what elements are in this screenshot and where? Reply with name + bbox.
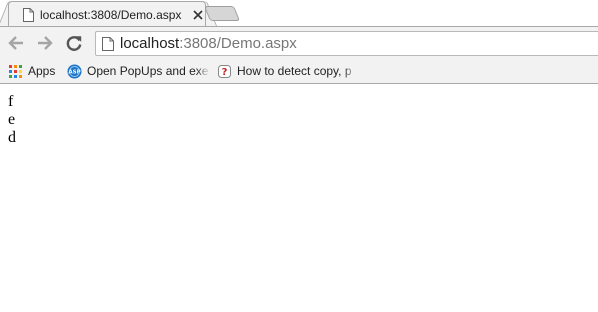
url-text[interactable]: localhost:3808/Demo.aspx <box>120 35 297 53</box>
browser-window: localhost:3808/Demo.aspx localhost:3808/… <box>0 0 598 312</box>
question-doc-icon: ? <box>218 65 231 78</box>
label-fade <box>196 63 210 79</box>
bookmark-open-popups[interactable]: ASP Open PopUps and exe <box>67 63 210 79</box>
bookmark-detect-copy[interactable]: ? How to detect copy, p <box>217 63 357 79</box>
tab-title: localhost:3808/Demo.aspx <box>40 8 182 22</box>
svg-text:ASP: ASP <box>68 70 80 76</box>
apps-grid-icon <box>9 65 22 78</box>
list-item: d <box>8 129 16 146</box>
page-icon <box>102 37 114 51</box>
toolbar: localhost:3808/Demo.aspx <box>0 26 598 59</box>
bookmarks-bar: Apps ASP Open PopUps and exe ? How to de… <box>0 59 598 84</box>
asp-net-icon: ASP <box>67 64 82 79</box>
bookmark-label: How to detect copy, p <box>237 64 352 78</box>
list-item: e <box>8 111 16 128</box>
bookmark-apps[interactable]: Apps <box>8 63 68 79</box>
svg-text:?: ? <box>222 67 228 78</box>
url-host: localhost <box>120 35 180 52</box>
forward-arrow-icon[interactable] <box>36 34 54 52</box>
page-content: f e d <box>0 85 598 312</box>
back-arrow-icon[interactable] <box>7 34 25 52</box>
content-list: f e d <box>8 93 16 147</box>
new-tab-button[interactable] <box>203 6 241 21</box>
list-item: f <box>8 93 14 110</box>
tab-strip: localhost:3808/Demo.aspx <box>0 0 598 26</box>
bookmark-label: Open PopUps and exe <box>87 64 209 78</box>
close-icon[interactable] <box>192 9 204 21</box>
url-path: :3808/Demo.aspx <box>179 35 297 52</box>
reload-icon[interactable] <box>65 34 83 52</box>
active-tab[interactable]: localhost:3808/Demo.aspx <box>8 1 206 26</box>
page-icon <box>23 8 34 22</box>
label-fade <box>343 63 357 79</box>
address-bar[interactable]: localhost:3808/Demo.aspx <box>95 31 598 56</box>
bookmark-label: Apps <box>28 64 56 78</box>
